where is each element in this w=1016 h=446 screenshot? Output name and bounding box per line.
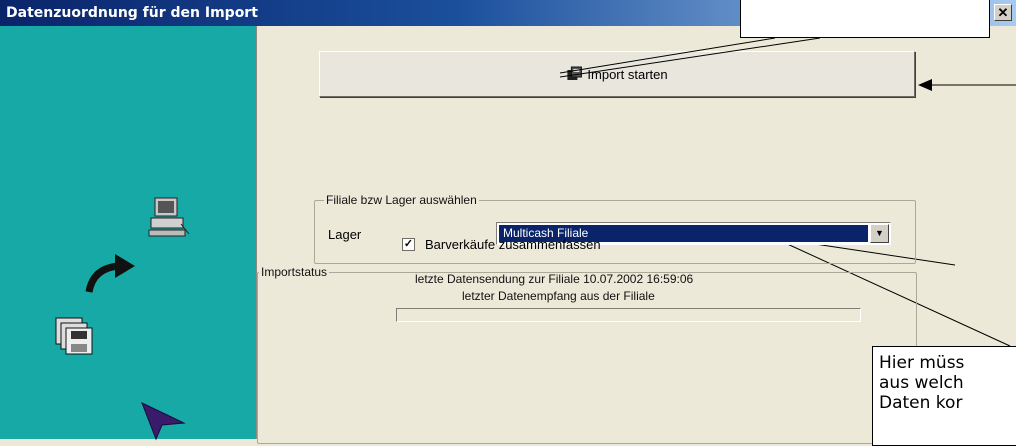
status-last-receive: letzter Datenempfang aus der Filiale bbox=[462, 289, 655, 303]
callout-line-1: Hier müss bbox=[879, 353, 965, 373]
import-status-legend: Importstatus bbox=[259, 265, 330, 279]
callout-line-2: aus welch bbox=[879, 373, 964, 393]
branch-group-legend: Filiale bzw Lager auswählen bbox=[324, 193, 479, 207]
status-last-send: letzte Datensendung zur Filiale 10.07.20… bbox=[415, 272, 694, 286]
cash-sales-checkbox[interactable]: ✓ bbox=[402, 238, 415, 251]
callout-right: Hier müss aus welch Daten kor bbox=[872, 346, 1016, 446]
import-progress-bar bbox=[396, 308, 861, 322]
callout-line-3: Daten kor bbox=[879, 393, 963, 413]
lager-label: Lager bbox=[328, 227, 362, 242]
chevron-down-icon[interactable]: ▼ bbox=[870, 224, 889, 243]
cash-sales-label: Barverkäufe zusammenfassen bbox=[425, 237, 601, 252]
